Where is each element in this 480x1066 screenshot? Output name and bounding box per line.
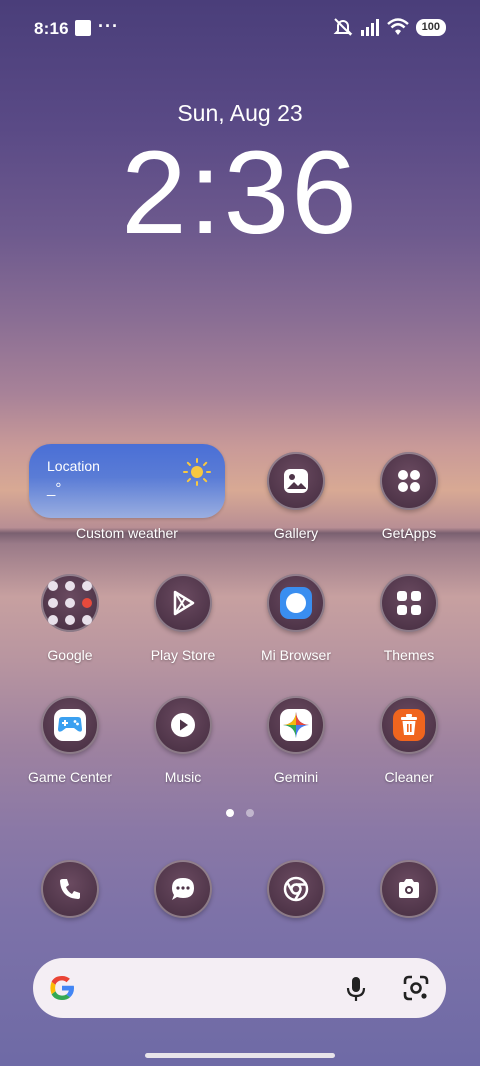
signal-icon xyxy=(360,19,379,36)
mibrowser-label: Mi Browser xyxy=(260,647,331,663)
gamepad-icon xyxy=(54,709,86,741)
folder-app-icon xyxy=(82,581,92,591)
gamecenter-label: Game Center xyxy=(27,769,113,785)
music-label: Music xyxy=(164,769,202,785)
clock-time[interactable]: 2:36 xyxy=(0,128,480,258)
browser-icon xyxy=(280,587,312,619)
google-lens-icon[interactable] xyxy=(402,974,430,1002)
gemini-app[interactable] xyxy=(267,696,325,754)
google-logo-icon xyxy=(50,976,74,1000)
dock-chrome[interactable] xyxy=(267,860,325,918)
getapps-app[interactable] xyxy=(380,452,438,510)
wifi-icon xyxy=(386,18,409,35)
folder-app-icon xyxy=(82,598,92,608)
google-folder[interactable] xyxy=(41,574,99,632)
mute-icon xyxy=(333,18,353,36)
gemini-label: Gemini xyxy=(273,769,319,785)
playstore-label: Play Store xyxy=(150,647,216,663)
more-notifications-icon: ··· xyxy=(98,16,119,36)
dock-camera[interactable] xyxy=(380,860,438,918)
folder-app-icon xyxy=(48,598,58,608)
microphone-icon[interactable] xyxy=(344,975,368,1003)
folder-app-icon xyxy=(48,581,58,591)
google-folder-label: Google xyxy=(47,647,93,663)
weather-temp: _° xyxy=(47,480,62,497)
getapps-icon xyxy=(398,470,420,492)
mibrowser-app[interactable] xyxy=(267,574,325,632)
cleaner-app[interactable] xyxy=(380,696,438,754)
status-bar: 8:16 ··· 100 xyxy=(0,0,480,56)
google-search-bar[interactable] xyxy=(33,958,446,1018)
date-label: Sun, Aug 23 xyxy=(177,100,303,126)
music-app[interactable] xyxy=(154,696,212,754)
music-icon xyxy=(171,713,195,737)
folder-app-icon xyxy=(82,615,92,625)
battery-indicator: 100 xyxy=(415,18,446,36)
weather-location: Location xyxy=(47,458,100,474)
status-time: 8:16 xyxy=(34,19,69,38)
messages-icon xyxy=(172,878,194,900)
home-gesture-bar[interactable] xyxy=(145,1053,335,1058)
themes-label: Themes xyxy=(383,647,435,663)
play-store-icon xyxy=(173,590,195,616)
chrome-icon xyxy=(283,876,309,902)
gamecenter-app[interactable] xyxy=(41,696,99,754)
themes-icon xyxy=(397,591,421,615)
page-indicator[interactable] xyxy=(246,809,254,817)
gallery-app[interactable] xyxy=(267,452,325,510)
weather-widget[interactable]: Location _° xyxy=(29,444,225,518)
dock-messages[interactable] xyxy=(154,860,212,918)
sun-icon xyxy=(183,458,211,486)
notification-icon xyxy=(75,20,91,36)
phone-icon xyxy=(60,879,80,899)
folder-app-icon xyxy=(48,615,58,625)
page-indicator-active[interactable] xyxy=(226,809,234,817)
themes-app[interactable] xyxy=(380,574,438,632)
gallery-label: Gallery xyxy=(273,525,319,541)
playstore-app[interactable] xyxy=(154,574,212,632)
gallery-icon xyxy=(284,469,308,493)
gemini-icon xyxy=(280,709,312,741)
dock-phone[interactable] xyxy=(41,860,99,918)
getapps-label: GetApps xyxy=(381,525,437,541)
status-icons: 100 xyxy=(333,17,446,37)
folder-app-icon xyxy=(65,615,75,625)
trash-icon xyxy=(393,709,425,741)
folder-app-icon xyxy=(65,598,75,608)
camera-icon xyxy=(399,879,419,898)
folder-app-icon xyxy=(65,581,75,591)
weather-widget-label: Custom weather xyxy=(76,525,178,541)
cleaner-label: Cleaner xyxy=(384,769,434,785)
